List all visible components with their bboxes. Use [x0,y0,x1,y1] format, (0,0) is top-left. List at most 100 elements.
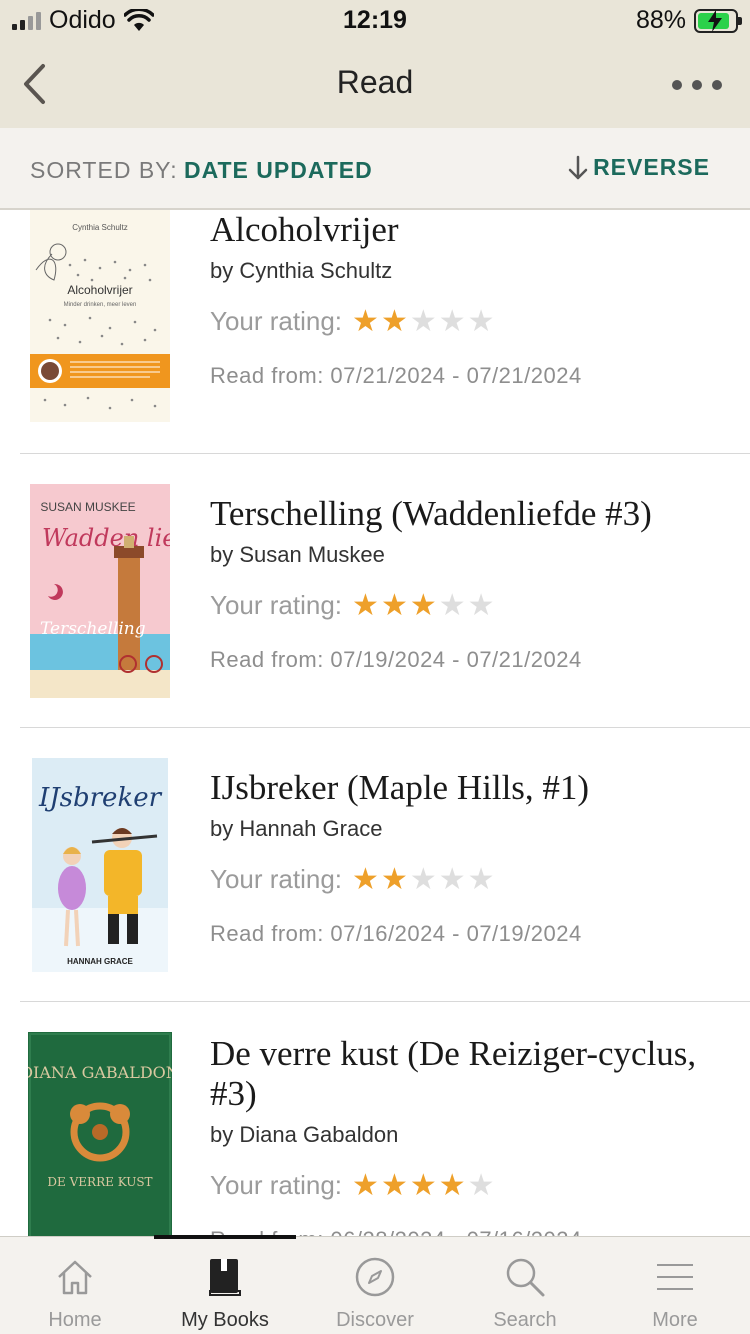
tab-label: More [652,1309,698,1331]
tab-search[interactable]: Search [450,1237,600,1334]
star-rating[interactable]: ★ ★ ★ ★ ★ [352,1170,495,1201]
cover-art: IJsbreker HANNAH GRACE [32,758,168,972]
cover-title-text: Wadden liefde [42,524,170,552]
rating-line: Your rating: ★ ★ ★ ★ ★ [210,864,730,895]
rating-line: Your rating: ★ ★ ★ ★ ★ [210,306,730,337]
book-cover: DIANA GABALDON DE VERRE KUST [28,1032,172,1236]
star-filled-icon[interactable]: ★ [410,1170,437,1201]
book-info: IJsbreker (Maple Hills, #1) by Hannah Gr… [210,768,730,947]
tab-label: Discover [336,1309,414,1331]
star-filled-icon[interactable]: ★ [381,1170,408,1201]
more-options-button[interactable] [672,70,722,100]
read-dates: Read from: 07/21/2024 - 07/21/2024 [210,363,582,388]
cover-author-text: DIANA GABALDON [28,1063,172,1082]
star-empty-icon[interactable]: ★ [439,306,466,337]
search-icon [506,1258,545,1297]
rating-line: Your rating: ★ ★ ★ ★ ★ [210,1170,730,1201]
sort-bar: SORTED BY: DATE UPDATED REVERSE [0,128,750,210]
tab-label: Search [493,1309,557,1331]
star-empty-icon[interactable]: ★ [439,590,466,621]
book-cover: Cynthia Schultz Alcoholvrijer Minder dri… [30,210,170,422]
tab-bar: Home My Books Discover Search More [0,1235,750,1334]
tab-label: Home [48,1309,102,1331]
book-title[interactable]: Terschelling (Waddenliefde #3) [210,494,730,534]
cover-title-text: IJsbreker [38,783,163,813]
cover-author-text: HANNAH GRACE [67,957,133,966]
book-icon [209,1259,241,1296]
reverse-sort-button[interactable]: REVERSE [567,154,710,181]
rating-label: Your rating: [210,306,343,336]
compass-icon [355,1257,395,1297]
tab-discover[interactable]: Discover [300,1237,450,1334]
reverse-label: REVERSE [593,154,710,180]
tab-more[interactable]: More [600,1237,750,1334]
book-cover: SUSAN MUSKEE Wadden liefde Terschelling [30,484,170,698]
book-row[interactable]: IJsbreker HANNAH GRACE IJsbreker (Maple … [20,728,750,1002]
star-rating[interactable]: ★ ★ ★ ★ ★ [352,306,495,337]
star-empty-icon[interactable]: ★ [468,1170,495,1201]
book-row[interactable]: SUSAN MUSKEE Wadden liefde Terschelling … [20,454,750,728]
star-filled-icon[interactable]: ★ [439,1170,466,1201]
dot-icon [672,80,682,90]
battery-group: 88% [636,6,742,35]
book-cover: IJsbreker HANNAH GRACE [32,758,168,972]
book-list[interactable]: Cynthia Schultz Alcoholvrijer Minder dri… [0,210,750,1236]
rating-label: Your rating: [210,590,343,620]
cover-art: Cynthia Schultz Alcoholvrijer Minder dri… [30,210,170,422]
tab-my-books[interactable]: My Books [150,1235,300,1334]
star-filled-icon[interactable]: ★ [352,1170,379,1201]
star-filled-icon[interactable]: ★ [352,590,379,621]
star-empty-icon[interactable]: ★ [468,590,495,621]
star-filled-icon[interactable]: ★ [381,306,408,337]
home-icon [58,1260,92,1295]
read-dates: Read from: 07/16/2024 - 07/19/2024 [210,921,582,946]
rating-label: Your rating: [210,1170,343,1200]
page-title: Read [336,64,414,100]
sort-label: SORTED BY: [30,157,178,183]
star-empty-icon[interactable]: ★ [439,864,466,895]
book-info: Terschelling (Waddenliefde #3) by Susan … [210,494,730,673]
cover-art: SUSAN MUSKEE Wadden liefde Terschelling [30,484,170,698]
cover-author-text: SUSAN MUSKEE [40,500,135,514]
tab-label: My Books [181,1309,269,1331]
cover-title-text: Alcoholvrijer [67,283,132,297]
read-dates: Read from: 07/19/2024 - 07/21/2024 [210,647,582,672]
book-row[interactable]: Cynthia Schultz Alcoholvrijer Minder dri… [20,210,750,454]
sort-by-button[interactable]: DATE UPDATED [184,157,373,184]
star-filled-icon[interactable]: ★ [352,306,379,337]
star-filled-icon[interactable]: ★ [381,590,408,621]
cover-art: DIANA GABALDON DE VERRE KUST [28,1032,172,1236]
star-empty-icon[interactable]: ★ [468,864,495,895]
rating-label: Your rating: [210,864,343,894]
star-rating[interactable]: ★ ★ ★ ★ ★ [352,864,495,895]
arrow-down-icon [568,155,588,179]
dot-icon [692,80,702,90]
star-filled-icon[interactable]: ★ [381,864,408,895]
book-info: De verre kust (De Reiziger-cyclus, #3) b… [210,1034,730,1236]
tab-home[interactable]: Home [0,1237,150,1334]
book-author[interactable]: by Cynthia Schultz [210,258,730,284]
book-author[interactable]: by Diana Gabaldon [210,1122,730,1148]
star-filled-icon[interactable]: ★ [352,864,379,895]
star-filled-icon[interactable]: ★ [410,590,437,621]
rating-line: Your rating: ★ ★ ★ ★ ★ [210,590,730,621]
star-rating[interactable]: ★ ★ ★ ★ ★ [352,590,495,621]
menu-icon [657,1264,693,1290]
star-empty-icon[interactable]: ★ [410,864,437,895]
star-empty-icon[interactable]: ★ [468,306,495,337]
cover-author-text: Cynthia Schultz [72,223,128,232]
cover-title-text: DE VERRE KUST [47,1175,152,1189]
cover-subtitle-text: Terschelling [40,619,146,639]
navigation-bar: Read [0,40,750,128]
book-title[interactable]: De verre kust (De Reiziger-cyclus, #3) [210,1034,730,1114]
book-title[interactable]: Alcoholvrijer [210,210,730,250]
book-author[interactable]: by Susan Muskee [210,542,730,568]
cover-subtitle-text: Minder drinken, meer leven [64,302,137,308]
book-author[interactable]: by Hannah Grace [210,816,730,842]
status-bar: Odido 12:19 88% [0,0,750,40]
book-row[interactable]: DIANA GABALDON DE VERRE KUST De verre ku… [20,1002,750,1236]
star-empty-icon[interactable]: ★ [410,306,437,337]
book-info: Alcoholvrijer by Cynthia Schultz Your ra… [210,210,730,389]
book-title[interactable]: IJsbreker (Maple Hills, #1) [210,768,730,808]
dot-icon [712,80,722,90]
